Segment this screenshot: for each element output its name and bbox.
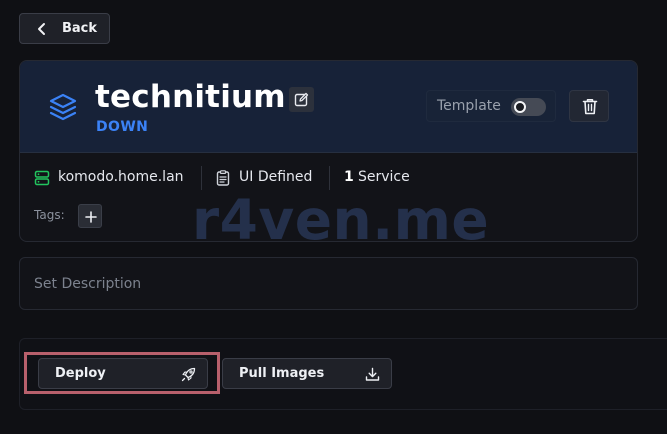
stack-title: technitium (95, 79, 286, 115)
template-toggle-group: Template (426, 90, 556, 122)
status-badge: DOWN (96, 119, 149, 135)
layers-icon (49, 93, 77, 121)
deploy-button[interactable]: Deploy (38, 358, 208, 389)
tags-label: Tags: (34, 208, 65, 222)
delete-button[interactable] (569, 90, 609, 122)
clipboard-icon (216, 170, 230, 186)
pull-images-button[interactable]: Pull Images (222, 358, 392, 389)
download-icon (365, 367, 380, 381)
back-button-label: Back (62, 21, 98, 36)
back-button[interactable]: Back (19, 13, 110, 44)
rocket-icon (181, 367, 196, 382)
divider (329, 166, 330, 190)
source-label: UI Defined (239, 169, 313, 185)
service-label: Service (358, 169, 410, 185)
stack-header: technitium DOWN Template (20, 61, 637, 153)
template-toggle[interactable] (511, 98, 546, 116)
edit-icon (294, 92, 309, 107)
plus-icon (85, 211, 97, 223)
template-label: Template (437, 98, 501, 114)
stack-card: technitium DOWN Template komodo.home.lan… (19, 60, 638, 242)
rename-button[interactable] (289, 87, 314, 112)
trash-icon (582, 99, 598, 115)
stack-info-row: komodo.home.lan UI Defined 1 Service (20, 164, 637, 192)
service-count: 1 (344, 169, 354, 185)
description-placeholder: Set Description (34, 276, 142, 292)
server-icon (34, 170, 50, 186)
server-link[interactable]: komodo.home.lan (58, 169, 184, 185)
divider (201, 166, 202, 190)
deploy-label: Deploy (55, 366, 106, 381)
add-tag-button[interactable] (78, 204, 102, 228)
pull-images-label: Pull Images (239, 366, 325, 381)
toggle-knob (514, 101, 526, 113)
description-field[interactable]: Set Description (19, 257, 638, 310)
chevron-left-icon (38, 23, 45, 35)
